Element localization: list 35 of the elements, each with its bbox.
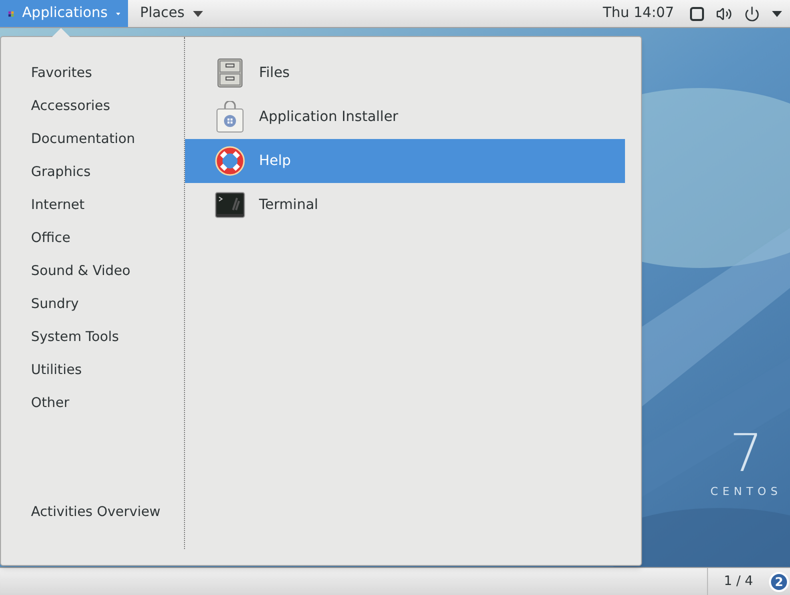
lifebuoy-icon	[215, 146, 245, 176]
app-label: Terminal	[259, 196, 318, 214]
file-cabinet-icon	[217, 58, 243, 88]
power-icon[interactable]	[744, 6, 760, 22]
notification-badge[interactable]: 2	[769, 572, 789, 592]
app-item[interactable]: Application Installer	[185, 95, 625, 139]
workspace-indicator[interactable]: 1 / 4	[706, 568, 769, 595]
places-menu[interactable]: Places	[128, 0, 215, 27]
category-item[interactable]: Accessories	[1, 90, 184, 123]
category-item[interactable]: System Tools	[1, 321, 184, 354]
caret-icon	[772, 10, 782, 16]
app-label: Files	[259, 64, 290, 82]
category-item[interactable]: Internet	[1, 189, 184, 222]
app-item[interactable]: Terminal	[185, 183, 625, 227]
caret-icon	[116, 10, 120, 16]
window-icon[interactable]	[690, 6, 704, 20]
category-item[interactable]: Sound & Video	[1, 255, 184, 288]
app-label: Help	[259, 152, 291, 170]
category-item[interactable]: Utilities	[1, 354, 184, 387]
shopping-bag-icon	[216, 101, 244, 133]
app-item[interactable]: Files	[185, 51, 625, 95]
app-label: Application Installer	[259, 108, 398, 126]
category-item[interactable]: Documentation	[1, 123, 184, 156]
logo-number: 7	[730, 428, 763, 480]
clock[interactable]: Thu 14:07	[602, 0, 690, 27]
logo-text: CENTOS	[710, 484, 782, 500]
category-item[interactable]: Graphics	[1, 156, 184, 189]
activities-overview-link[interactable]: Activities Overview	[1, 496, 184, 529]
category-item[interactable]: Other	[1, 387, 184, 420]
category-item[interactable]: Sundry	[1, 288, 184, 321]
category-item[interactable]: Favorites	[1, 57, 184, 90]
category-item[interactable]: Office	[1, 222, 184, 255]
volume-icon[interactable]	[716, 6, 732, 22]
terminal-icon	[215, 192, 245, 218]
caret-icon	[192, 10, 203, 16]
